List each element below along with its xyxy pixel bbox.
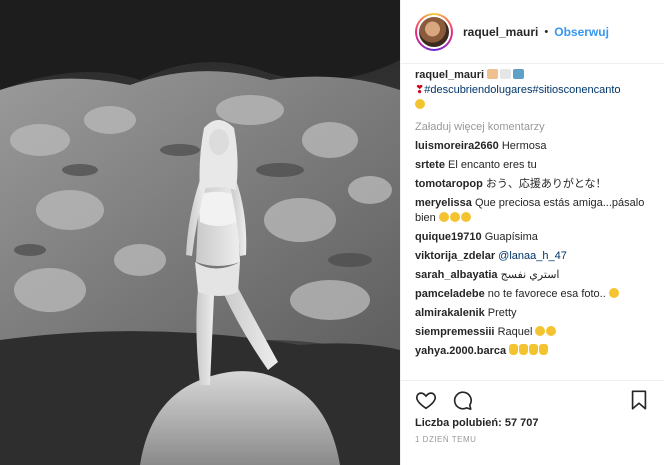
emoji-icon <box>438 212 449 222</box>
hand-icon <box>539 344 549 355</box>
emoji-icon <box>449 212 460 222</box>
comment-username[interactable]: viktorija_zdelar <box>415 250 495 262</box>
post-photo[interactable] <box>0 0 400 465</box>
comment-username[interactable]: tomotaropop <box>415 178 483 190</box>
heart-icon[interactable] <box>415 389 437 411</box>
hand-icon <box>509 344 519 355</box>
comment: meryelissa Que preciosa estás amiga...pá… <box>415 196 656 226</box>
comment: quique19710 Guapísima <box>415 230 656 245</box>
comment: tomotaropop おう、応援ありがとな！ <box>415 177 656 192</box>
likes-count[interactable]: Liczba polubień: 57 707 <box>415 417 650 429</box>
emoji-icon <box>535 326 546 336</box>
photo-image <box>0 0 400 465</box>
comment: siempremessiii Raquel <box>415 325 656 340</box>
instagram-post: raquel_mauri • Obserwuj raquel_mauri ❣#d… <box>0 0 664 465</box>
emoji-icon <box>546 326 557 336</box>
comment-text: Pretty <box>487 307 517 319</box>
comment-text: El encanto eres tu <box>448 159 537 171</box>
hand-icon <box>529 344 539 355</box>
post-timestamp[interactable]: 1 DZIEŃ TEMU <box>415 435 650 444</box>
comment: viktorija_zdelar @lanaa_h_47 <box>415 249 656 264</box>
comment-icon[interactable] <box>451 389 473 411</box>
comment-mention[interactable]: @lanaa_h_47 <box>498 250 567 262</box>
comment-username[interactable]: almirakalenik <box>415 307 485 319</box>
comment-text: Raquel <box>497 326 533 338</box>
comment-username[interactable]: luismoreira2660 <box>415 140 499 152</box>
emoji-icon <box>500 69 512 79</box>
comment-text: استري نفسج <box>500 269 560 281</box>
comment-username[interactable]: yahya.2000.barca <box>415 345 506 357</box>
comments-section: raquel_mauri ❣#descubriendolugares#sitio… <box>415 68 656 378</box>
comment-username[interactable]: srtete <box>415 159 445 171</box>
comment-text: Guapísima <box>484 231 538 243</box>
comment-username[interactable]: quique19710 <box>415 231 482 243</box>
actions-bar: Liczba polubień: 57 707 1 DZIEŃ TEMU <box>401 380 664 465</box>
comment-username[interactable]: sarah_albayatia <box>415 269 498 281</box>
comment: almirakalenik Pretty <box>415 306 656 321</box>
comment-username[interactable]: meryelissa <box>415 197 472 209</box>
comment: pamceladebe no te favorece esa foto.. <box>415 287 656 302</box>
avatar[interactable] <box>415 12 453 51</box>
follow-button[interactable]: Obserwuj <box>554 25 609 39</box>
caption-username[interactable]: raquel_mauri <box>415 69 484 81</box>
caption-hashtags[interactable]: #descubriendolugares#sitiosconencanto <box>424 84 620 96</box>
comment-username[interactable]: pamceladebe <box>415 288 485 300</box>
hand-icon <box>519 344 529 355</box>
emoji-icon <box>460 212 471 222</box>
load-more-comments-button[interactable]: Załaduj więcej komentarzy <box>415 121 656 133</box>
comment-text: おう、応援ありがとな！ <box>485 178 607 190</box>
heart-exclamation-icon: ❣ <box>415 84 425 96</box>
emoji-icon <box>513 69 525 79</box>
post-caption: raquel_mauri ❣#descubriendolugares#sitio… <box>415 68 656 113</box>
comment: srtete El encanto eres tu <box>415 158 656 173</box>
smiley-icon <box>415 99 425 109</box>
emoji-icon <box>487 69 499 79</box>
comment-text: no te favorece esa foto.. <box>487 288 606 300</box>
header-username[interactable]: raquel_mauri <box>463 25 538 39</box>
bookmark-icon[interactable] <box>628 389 650 411</box>
emoji-icon <box>608 288 619 298</box>
comment-username[interactable]: siempremessiii <box>415 326 495 338</box>
separator-dot: • <box>544 25 549 38</box>
post-details-panel: raquel_mauri • Obserwuj raquel_mauri ❣#d… <box>400 0 664 465</box>
comment: luismoreira2660 Hermosa <box>415 139 656 154</box>
post-header: raquel_mauri • Obserwuj <box>401 0 664 64</box>
comment: sarah_albayatia استري نفسج <box>415 268 656 283</box>
comment: yahya.2000.barca <box>415 344 656 359</box>
comment-text: Hermosa <box>501 140 547 152</box>
